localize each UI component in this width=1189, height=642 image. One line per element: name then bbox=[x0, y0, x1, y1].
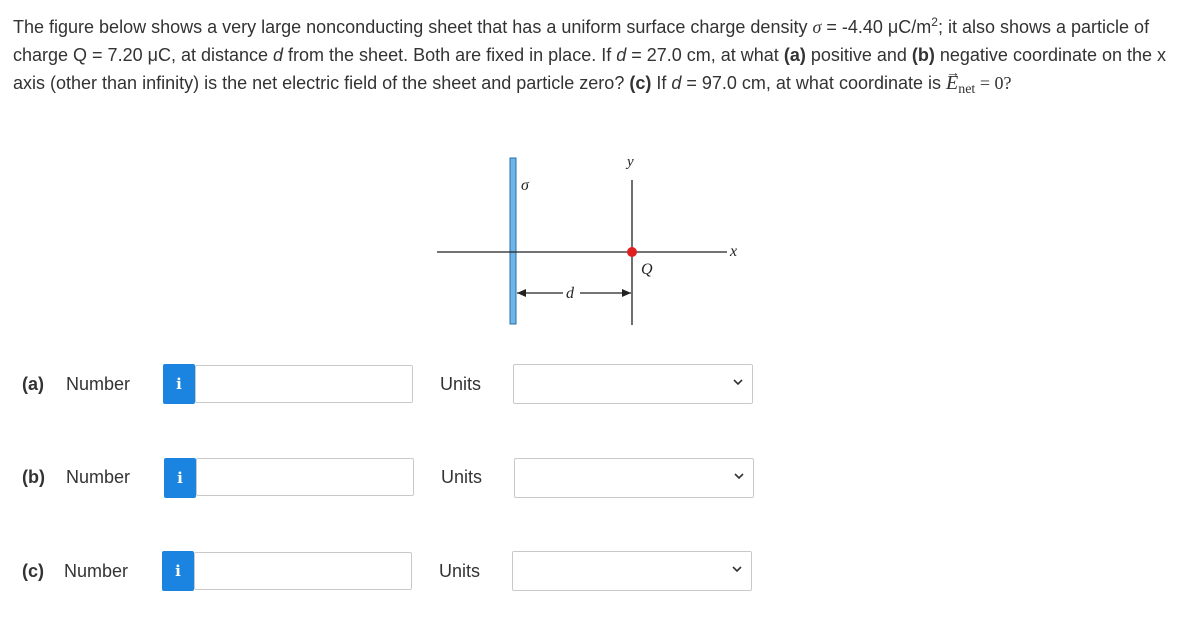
question-part: The figure below shows a very large nonc… bbox=[13, 17, 808, 37]
question-part: = 97.0 cm, at what coordinate is bbox=[681, 73, 946, 93]
number-label: Number bbox=[64, 561, 129, 581]
charged-sheet bbox=[509, 157, 517, 325]
charge-q-label: Q bbox=[641, 261, 653, 278]
question-part: = 27.0 cm, at what bbox=[626, 45, 784, 65]
info-icon[interactable]: i bbox=[162, 551, 194, 591]
answer-label: (c) bbox=[22, 561, 44, 581]
chevron-down-icon bbox=[733, 379, 743, 386]
x-axis-label: x bbox=[729, 243, 737, 260]
d-variable: d bbox=[671, 73, 682, 93]
e-net-symbol: → E bbox=[946, 66, 960, 94]
question-part: from the sheet. Both are fixed in place.… bbox=[283, 45, 617, 65]
number-input[interactable] bbox=[196, 458, 414, 496]
superscript: 2 bbox=[931, 15, 938, 29]
units-label: Units bbox=[440, 374, 482, 394]
units-label: Units bbox=[441, 467, 483, 487]
chevron-down-icon bbox=[734, 473, 744, 480]
question-text: The figure below shows a very large nonc… bbox=[13, 8, 1178, 100]
number-label: Number bbox=[66, 467, 131, 487]
answer-label: (b) bbox=[22, 467, 45, 487]
d-variable: d bbox=[273, 45, 284, 65]
answer-row-a: (a) Number i Units bbox=[0, 364, 800, 406]
number-input[interactable] bbox=[194, 552, 412, 590]
answer-row-c: (c) Number i Units bbox=[0, 551, 800, 593]
d-arrowhead-right bbox=[622, 289, 631, 297]
e-subscript: net bbox=[958, 82, 976, 97]
question-part: If bbox=[651, 73, 672, 93]
number-label: Number bbox=[66, 374, 131, 394]
info-icon[interactable]: i bbox=[163, 364, 195, 404]
charge-q-dot bbox=[627, 247, 637, 257]
units-label: Units bbox=[439, 561, 481, 581]
units-select[interactable] bbox=[513, 364, 753, 404]
y-axis-label: y bbox=[625, 154, 634, 170]
units-select[interactable] bbox=[514, 458, 754, 498]
part-b-label: (b) bbox=[911, 45, 935, 65]
number-input[interactable] bbox=[195, 365, 413, 403]
question-part: positive and bbox=[805, 45, 912, 65]
answer-row-b: (b) Number i Units bbox=[0, 457, 800, 499]
part-c-label: (c) bbox=[629, 73, 652, 93]
question-part: = -4.40 μC/m bbox=[821, 17, 932, 37]
question-part: = 0? bbox=[975, 73, 1012, 93]
d-arrowhead-left bbox=[517, 289, 526, 297]
d-variable: d bbox=[616, 45, 627, 65]
part-a-label: (a) bbox=[783, 45, 806, 65]
chevron-down-icon bbox=[732, 566, 742, 573]
d-label: d bbox=[566, 285, 575, 302]
info-icon[interactable]: i bbox=[164, 458, 196, 498]
sigma-label: σ bbox=[521, 177, 530, 194]
sheet-charge-figure: σ y x Q d bbox=[437, 154, 737, 325]
units-select[interactable] bbox=[512, 551, 752, 591]
answer-label: (a) bbox=[22, 374, 44, 394]
